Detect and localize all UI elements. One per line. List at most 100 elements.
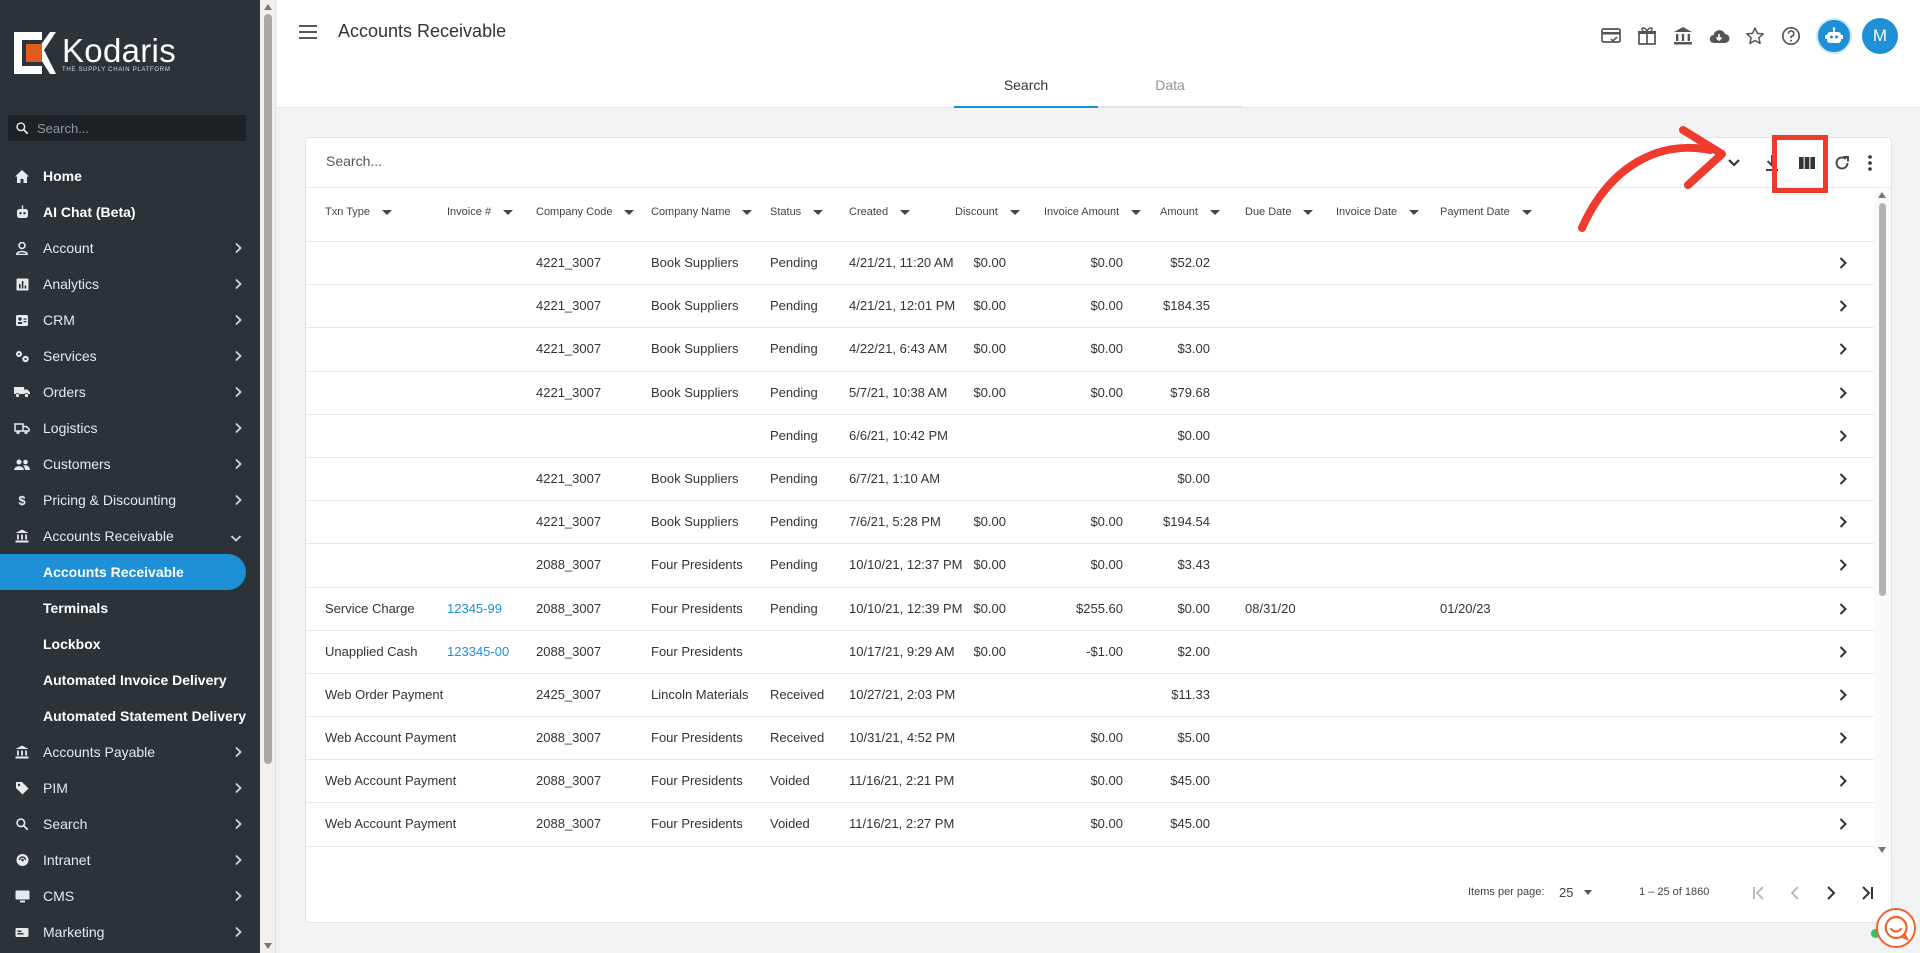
chevron-down-icon[interactable] <box>1723 152 1745 174</box>
column-header-invoice[interactable]: Invoice # <box>447 206 514 218</box>
last-page-icon[interactable] <box>1856 882 1878 904</box>
page-size-select[interactable]: 25 <box>1559 885 1593 900</box>
next-page-icon[interactable] <box>1820 882 1842 904</box>
table-row[interactable]: 4221_3007 Book Suppliers Pending 6/7/21, 1:… <box>306 458 1874 502</box>
sidebar-subitem-automated-statement-delivery[interactable]: Automated Statement Delivery <box>0 698 260 734</box>
column-header-company-code[interactable]: Company Code <box>536 206 635 218</box>
table-row[interactable]: Pending 6/6/21, 10:42 PM $0.00 <box>306 415 1874 458</box>
sidebar-item-accounts-payable[interactable]: Accounts Payable <box>0 734 260 770</box>
column-header-invoice-amount[interactable]: Invoice Amount <box>1044 206 1142 218</box>
column-header-created[interactable]: Created <box>849 206 911 218</box>
previous-page-icon[interactable] <box>1784 882 1806 904</box>
table-row[interactable]: Web Account Payment2088_3007Four Preside… <box>306 847 1874 854</box>
sidebar-item-orders[interactable]: Orders <box>0 374 260 410</box>
download-icon[interactable] <box>1761 152 1783 174</box>
column-header-label: Discount <box>955 206 998 218</box>
row-open-chevron-icon[interactable] <box>1838 515 1848 534</box>
menu-icon[interactable] <box>299 23 319 41</box>
column-header-discount[interactable]: Discount <box>955 206 1020 218</box>
sidebar-item-home[interactable]: Home <box>0 158 260 194</box>
row-open-chevron-icon[interactable] <box>1838 817 1848 836</box>
table-row[interactable]: Web Order Payment 2425_3007 Lincoln Materi… <box>306 674 1874 718</box>
sidebar-item-label: Customers <box>43 456 111 472</box>
table-row[interactable]: 4221_3007 Book Suppliers Pending 7/6/21, 5:… <box>306 501 1874 545</box>
sidebar-item-label: Marketing <box>43 924 105 940</box>
sidebar-item-intranet[interactable]: Intranet <box>0 842 260 878</box>
row-open-chevron-icon[interactable] <box>1838 342 1848 361</box>
sidebar-subitem-terminals[interactable]: Terminals <box>0 590 260 626</box>
row-open-chevron-icon[interactable] <box>1838 386 1848 405</box>
sidebar-item-cms[interactable]: CMS <box>0 878 260 914</box>
table-row[interactable]: 2088_3007 Four Presidents Pending 10/10/21,… <box>306 544 1874 588</box>
cell-invoice[interactable]: 12345-99 <box>447 601 502 616</box>
sidebar-item-crm[interactable]: CRM <box>0 302 260 338</box>
row-open-chevron-icon[interactable] <box>1838 256 1848 275</box>
first-page-icon[interactable] <box>1748 882 1770 904</box>
kodaris-logo[interactable]: Kodaris THE SUPPLY CHAIN PLATFORM <box>14 32 176 74</box>
row-open-chevron-icon[interactable] <box>1838 602 1848 621</box>
sidebar-item-pim[interactable]: PIM <box>0 770 260 806</box>
sidebar-item-ai-chat-beta[interactable]: AI Chat (Beta) <box>0 194 260 230</box>
sidebar-item-marketing[interactable]: Marketing <box>0 914 260 950</box>
more-vert-icon[interactable] <box>1859 152 1881 174</box>
sidebar-subitem-automated-invoice-delivery[interactable]: Automated Invoice Delivery <box>0 662 260 698</box>
columns-icon[interactable] <box>1796 152 1818 174</box>
sidebar-item-account[interactable]: Account <box>0 230 260 266</box>
table-row[interactable]: Service Charge 12345-99 2088_3007 Four Pres… <box>306 588 1874 631</box>
table-row[interactable]: 4221_3007 Book Suppliers Pending 4/21/21, 1… <box>306 285 1874 329</box>
tab-search[interactable]: Search <box>954 70 1098 108</box>
cell-amount: $0.00 <box>1177 470 1210 486</box>
column-header-txn-type[interactable]: Txn Type <box>325 206 393 218</box>
chat-widget-button[interactable] <box>1876 908 1916 948</box>
row-open-chevron-icon[interactable] <box>1838 429 1848 448</box>
table-row[interactable]: Web Account Payment2088_3007Four Preside… <box>306 760 1874 804</box>
row-open-chevron-icon[interactable] <box>1838 774 1848 793</box>
tab-data[interactable]: Data <box>1098 70 1242 108</box>
table-row[interactable]: Web Account Payment2088_3007Four Preside… <box>306 717 1874 761</box>
table-row[interactable]: 4221_3007 Book Suppliers Pending 5/7/21, 10… <box>306 372 1874 415</box>
table-row[interactable]: 4221_3007 Book Suppliers Pending 4/21/21, 1… <box>306 242 1874 286</box>
table-search-input[interactable] <box>326 153 1226 169</box>
sidebar-scrollbar[interactable] <box>260 0 276 953</box>
cell-code: 2088_3007 <box>536 600 602 616</box>
sidebar-subitem-lockbox[interactable]: Lockbox <box>0 626 260 662</box>
star-icon[interactable] <box>1744 25 1766 47</box>
help-icon[interactable] <box>1780 25 1802 47</box>
user-avatar[interactable]: M <box>1862 18 1898 54</box>
sidebar-item-services[interactable]: Services <box>0 338 260 374</box>
column-header-invoice-date[interactable]: Invoice Date <box>1336 206 1420 218</box>
sidebar-item-analytics[interactable]: Analytics <box>0 266 260 302</box>
cell-invoice[interactable]: 123345-00 <box>447 644 509 659</box>
table-row[interactable]: Web Account Payment2088_3007Four Preside… <box>306 803 1874 847</box>
ai-assistant-button[interactable] <box>1816 18 1852 54</box>
column-header-payment-date[interactable]: Payment Date <box>1440 206 1532 218</box>
sidebar-item-logistics[interactable]: Logistics <box>0 410 260 446</box>
column-header-company-name[interactable]: Company Name <box>651 206 753 218</box>
table-scrollbar[interactable] <box>1874 189 1891 856</box>
cell-invoice-amount: $0.00 <box>1090 730 1123 746</box>
sidebar-item-search[interactable]: Search <box>0 806 260 842</box>
sidebar-item-pricing-and-discounting[interactable]: $ Pricing & Discounting <box>0 482 260 518</box>
table-row[interactable]: Unapplied Cash 123345-00 2088_3007 Four Pre… <box>306 631 1874 674</box>
gift-icon[interactable] <box>1636 25 1658 47</box>
column-header-amount[interactable]: Amount <box>1160 206 1220 218</box>
sidebar-item-customers[interactable]: Customers <box>0 446 260 482</box>
sidebar-subitem-accounts-receivable[interactable]: Accounts Receivable <box>0 554 246 590</box>
sidebar-item-accounts-receivable[interactable]: Accounts Receivable <box>0 518 260 554</box>
bank-icon[interactable] <box>1672 25 1694 47</box>
cloud-download-icon[interactable] <box>1708 25 1730 47</box>
row-open-chevron-icon[interactable] <box>1838 688 1848 707</box>
sidebar-search-input[interactable] <box>37 120 227 136</box>
cell-status: Pending <box>770 514 818 530</box>
row-open-chevron-icon[interactable] <box>1838 299 1848 318</box>
table-row[interactable]: 4221_3007 Book Suppliers Pending 4/22/21, 6… <box>306 328 1874 372</box>
column-header-due-date[interactable]: Due Date <box>1245 206 1314 218</box>
row-open-chevron-icon[interactable] <box>1838 731 1848 750</box>
card-check-icon[interactable] <box>1600 25 1622 47</box>
row-open-chevron-icon[interactable] <box>1838 645 1848 664</box>
column-header-status[interactable]: Status <box>770 206 824 218</box>
refresh-icon[interactable] <box>1831 152 1853 174</box>
sidebar-item-label: Account <box>43 240 94 256</box>
row-open-chevron-icon[interactable] <box>1838 472 1848 491</box>
row-open-chevron-icon[interactable] <box>1838 558 1848 577</box>
